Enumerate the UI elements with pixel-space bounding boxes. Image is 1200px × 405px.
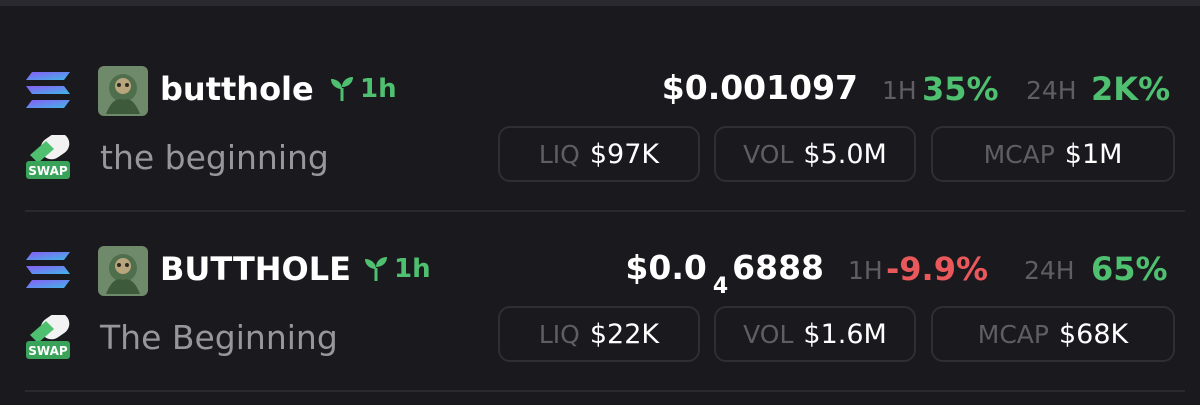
liq-value: $97K [589, 138, 660, 170]
liq-label: LIQ [538, 319, 580, 349]
token-symbol[interactable]: BUTTHOLE [160, 250, 351, 288]
age-text: 1h [360, 74, 397, 104]
mcap-pill[interactable]: MCAP $68K [931, 306, 1175, 362]
vol-pill[interactable]: VOL $1.6M [714, 306, 916, 362]
mcap-pill[interactable]: MCAP $1M [931, 126, 1175, 182]
token-row[interactable]: butthole 1h $0.001097 1H 35% 24H 2K% SWA… [0, 50, 1200, 210]
age-badge: 1h [328, 74, 397, 104]
mcap-value: $68K [1058, 318, 1129, 350]
vol-pill[interactable]: VOL $5.0M [714, 126, 916, 182]
vol-value: $1.6M [803, 318, 887, 350]
seedling-icon [365, 257, 387, 281]
change-24h-value: 2K% [1091, 70, 1171, 108]
token-price: $0.0 4 6888 [625, 248, 824, 299]
seedling-icon [331, 77, 353, 101]
vol-label: VOL [743, 139, 794, 169]
vol-label: VOL [743, 319, 794, 349]
change-1h-value: 35% [922, 70, 999, 108]
token-avatar[interactable] [98, 66, 148, 116]
token-symbol[interactable]: butthole [160, 70, 314, 108]
swap-icon[interactable]: SWAP [26, 135, 70, 181]
row-divider [25, 390, 1185, 392]
age-text: 1h [394, 254, 431, 284]
top-border [0, 0, 1200, 6]
change-1h-label: 1H [848, 256, 883, 285]
solana-icon [26, 252, 70, 288]
swap-icon[interactable]: SWAP [26, 315, 70, 361]
change-1h-label: 1H [882, 76, 917, 105]
liq-pill[interactable]: LIQ $22K [498, 306, 700, 362]
mcap-value: $1M [1064, 138, 1123, 170]
solana-icon [26, 72, 70, 108]
change-24h-label: 24H [1026, 76, 1077, 105]
row-divider [25, 210, 1185, 212]
change-24h-label: 24H [1024, 256, 1075, 285]
liq-pill[interactable]: LIQ $97K [498, 126, 700, 182]
mcap-label: MCAP [983, 139, 1055, 169]
mcap-label: MCAP [977, 319, 1049, 349]
change-1h-value: -9.9% [886, 250, 989, 288]
token-avatar[interactable] [98, 246, 148, 296]
price-zero-count: 4 [712, 274, 729, 299]
token-price: $0.001097 [661, 68, 858, 107]
token-name: The Beginning [100, 318, 338, 357]
token-name: the beginning [100, 138, 329, 177]
token-row[interactable]: BUTTHOLE 1h $0.0 4 6888 1H -9.9% 24H 65% S… [0, 230, 1200, 390]
liq-label: LIQ [538, 139, 580, 169]
change-24h-value: 65% [1091, 250, 1168, 288]
liq-value: $22K [589, 318, 660, 350]
vol-value: $5.0M [803, 138, 887, 170]
svg-text:SWAP: SWAP [28, 164, 68, 178]
svg-text:SWAP: SWAP [28, 344, 68, 358]
age-badge: 1h [362, 254, 431, 284]
